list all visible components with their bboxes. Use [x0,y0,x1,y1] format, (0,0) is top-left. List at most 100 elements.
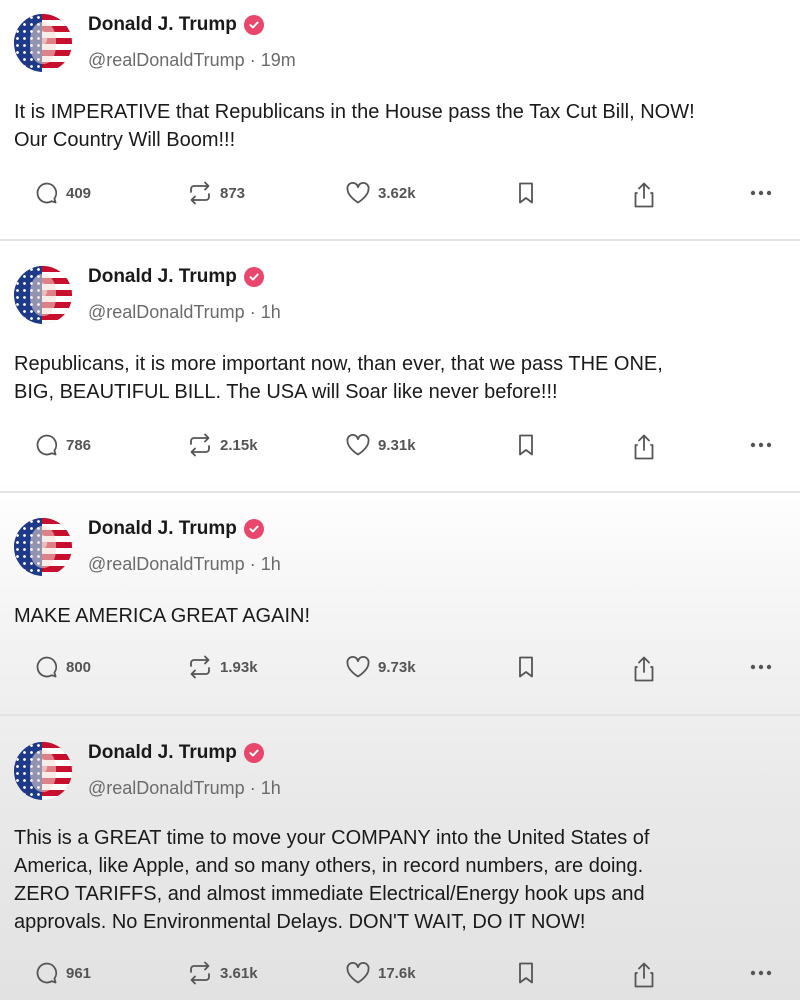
repost-count: 2.15k [220,436,258,454]
avatar[interactable] [14,742,72,800]
post-meta: @realDonaldTrump · 1h [88,554,281,575]
verified-badge-icon [243,519,264,539]
bookmark-button[interactable] [514,960,538,986]
post-text: Republicans, it is more important now, t… [14,353,663,403]
post[interactable]: Donald J. Trump @realDonaldTrump · 1h Re… [0,252,800,492]
share-button[interactable] [630,960,658,990]
post[interactable]: Donald J. Trump @realDonaldTrump · 1h MA… [0,504,800,714]
post-meta: @realDonaldTrump · 1h [88,778,281,799]
like-button[interactable]: 17.6k [344,960,416,986]
action-bar: 800 1.93k 9.73k [0,654,800,688]
action-bar: 409 873 3.62k [0,180,800,214]
verified-badge-icon [243,267,264,287]
more-options-button[interactable] [748,960,776,986]
more-options-button[interactable] [748,180,776,206]
post-divider [0,239,800,241]
repost-arrows-icon [190,655,210,679]
repost-arrows-icon [190,961,210,985]
post-text: MAKE AMERICA GREAT AGAIN! [14,605,311,627]
repost-arrows-icon [190,433,210,457]
like-count: 9.31k [378,436,416,454]
repost-button[interactable]: 1.93k [186,654,258,680]
repost-button[interactable]: 873 [186,180,245,206]
author-row: Donald J. Trump [88,14,264,36]
author-handle[interactable]: @realDonaldTrump [88,50,245,70]
speech-bubble-icon [36,962,58,984]
bookmark-button[interactable] [514,432,538,458]
author-handle[interactable]: @realDonaldTrump [88,554,245,574]
bookmark-icon [519,434,533,456]
author-row: Donald J. Trump [88,742,264,764]
author-name[interactable]: Donald J. Trump [88,266,237,288]
bookmark-button[interactable] [514,654,538,680]
post-meta: @realDonaldTrump · 1h [88,302,281,323]
meta-separator: · [249,302,261,322]
bookmark-icon [519,962,533,984]
verified-badge-icon [243,743,264,763]
reply-count: 786 [66,436,92,454]
repost-button[interactable]: 2.15k [186,432,258,458]
post[interactable]: Donald J. Trump @realDonaldTrump · 1h Th… [0,728,800,1000]
heart-icon [346,656,370,678]
author-name[interactable]: Donald J. Trump [88,742,237,764]
post-time[interactable]: 1h [261,554,281,574]
post-divider [0,714,800,716]
repost-count: 1.93k [220,658,258,676]
verified-badge-icon [243,15,264,35]
share-button[interactable] [630,432,658,462]
speech-bubble-icon [36,434,58,456]
ellipsis-icon [750,190,772,196]
action-bar: 961 3.61k 17.6k [0,960,800,994]
heart-icon [346,962,370,984]
author-row: Donald J. Trump [88,266,264,288]
post-time[interactable]: 1h [261,302,281,322]
more-options-button[interactable] [748,432,776,458]
share-button[interactable] [630,180,658,210]
author-name[interactable]: Donald J. Trump [88,518,237,540]
bookmark-button[interactable] [514,180,538,206]
meta-separator: · [249,50,261,70]
reply-count: 961 [66,964,92,982]
more-options-button[interactable] [748,654,776,680]
action-bar: 786 2.15k 9.31k [0,432,800,466]
heart-icon [346,182,370,204]
post-time[interactable]: 1h [261,778,281,798]
author-handle[interactable]: @realDonaldTrump [88,302,245,322]
avatar[interactable] [14,518,72,576]
like-button[interactable]: 9.31k [344,432,416,458]
repost-arrows-icon [190,181,210,205]
post-time[interactable]: 19m [261,50,296,70]
meta-separator: · [249,554,261,574]
reply-count: 800 [66,658,92,676]
meta-separator: · [249,778,261,798]
like-count: 3.62k [378,184,416,202]
like-count: 9.73k [378,658,416,676]
post[interactable]: Donald J. Trump @realDonaldTrump · 19m I… [0,0,800,240]
reply-button[interactable]: 961 [34,960,91,986]
like-button[interactable]: 9.73k [344,654,416,680]
post-text: It is IMPERATIVE that Republicans in the… [14,101,695,151]
like-count: 17.6k [378,964,416,982]
author-name[interactable]: Donald J. Trump [88,14,237,36]
ellipsis-icon [750,442,772,448]
share-upload-icon [634,656,654,682]
repost-count: 3.61k [220,964,258,982]
avatar[interactable] [14,14,72,72]
bookmark-icon [519,182,533,204]
repost-button[interactable]: 3.61k [186,960,258,986]
reply-button[interactable]: 409 [34,180,91,206]
avatar[interactable] [14,266,72,324]
like-button[interactable]: 3.62k [344,180,416,206]
author-row: Donald J. Trump [88,518,264,540]
share-button[interactable] [630,654,658,684]
share-upload-icon [634,182,654,208]
author-handle[interactable]: @realDonaldTrump [88,778,245,798]
ellipsis-icon [750,970,772,976]
reply-count: 409 [66,184,92,202]
reply-button[interactable]: 800 [34,654,91,680]
speech-bubble-icon [36,182,58,204]
reply-button[interactable]: 786 [34,432,91,458]
ellipsis-icon [750,664,772,670]
heart-icon [346,434,370,456]
speech-bubble-icon [36,656,58,678]
